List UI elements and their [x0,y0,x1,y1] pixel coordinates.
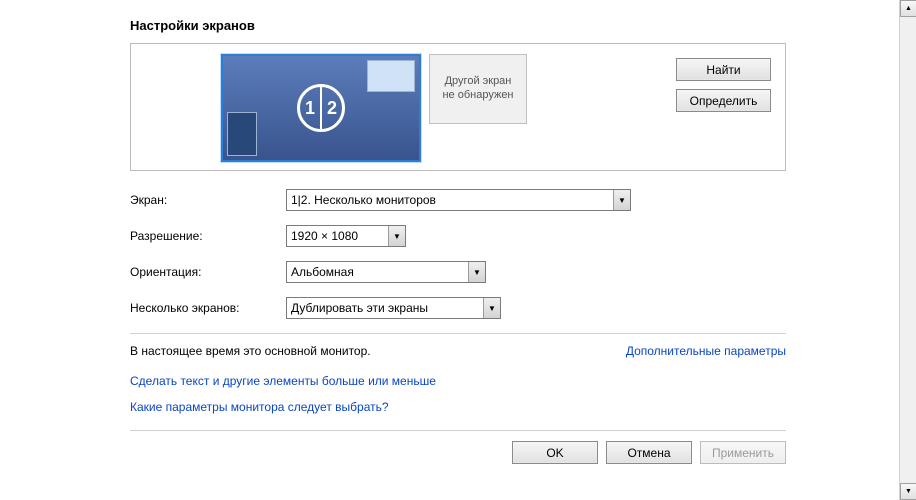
ok-button[interactable]: OK [512,441,598,464]
separator [130,333,786,334]
resolution-select[interactable]: 1920 × 1080 ▼ [286,225,406,247]
screen-label: Экран: [130,193,286,207]
display-preview-box: 1 2 Другой экран не обнаружен Найти Опре… [130,43,786,171]
identify-button[interactable]: Определить [676,89,771,112]
undetected-monitor-text: Другой экран не обнаружен [442,75,513,103]
resolution-label: Разрешение: [130,229,286,243]
chevron-down-icon: ▼ [483,298,500,318]
orientation-label: Ориентация: [130,265,286,279]
scroll-up-button[interactable]: ▲ [900,0,916,17]
text-size-link[interactable]: Сделать текст и другие элементы больше и… [130,374,786,388]
find-button[interactable]: Найти [676,58,771,81]
monitor-number-1: 1 [300,87,320,129]
dialog-button-bar: OK Отмена Применить [130,430,786,464]
screen-select[interactable]: 1|2. Несколько мониторов ▼ [286,189,631,211]
undetected-monitor-preview[interactable]: Другой экран не обнаружен [429,54,527,124]
orientation-select-value: Альбомная [291,265,354,279]
scroll-down-button[interactable]: ▼ [900,483,916,500]
monitor-number-2: 2 [322,87,342,129]
multiscreen-select[interactable]: Дублировать эти экраны ▼ [286,297,501,319]
preview-window-icon [367,60,415,92]
monitor-number-badge: 1 2 [297,84,345,132]
resolution-select-value: 1920 × 1080 [291,229,358,243]
primary-monitor-status: В настоящее время это основной монитор. [130,344,371,358]
chevron-down-icon: ▼ [613,190,630,210]
screen-select-value: 1|2. Несколько мониторов [291,193,436,207]
multiscreen-label: Несколько экранов: [130,301,286,315]
apply-button: Применить [700,441,786,464]
primary-monitor-preview[interactable]: 1 2 [221,54,421,162]
chevron-down-icon: ▼ [468,262,485,282]
preview-taskbar-icon [227,112,257,156]
vertical-scrollbar[interactable]: ▲ ▼ [899,0,916,500]
orientation-select[interactable]: Альбомная ▼ [286,261,486,283]
chevron-down-icon: ▼ [388,226,405,246]
advanced-settings-link[interactable]: Дополнительные параметры [626,344,786,358]
monitor-help-link[interactable]: Какие параметры монитора следует выбрать… [130,400,786,414]
page-title: Настройки экранов [130,18,786,33]
multiscreen-select-value: Дублировать эти экраны [291,301,428,315]
cancel-button[interactable]: Отмена [606,441,692,464]
